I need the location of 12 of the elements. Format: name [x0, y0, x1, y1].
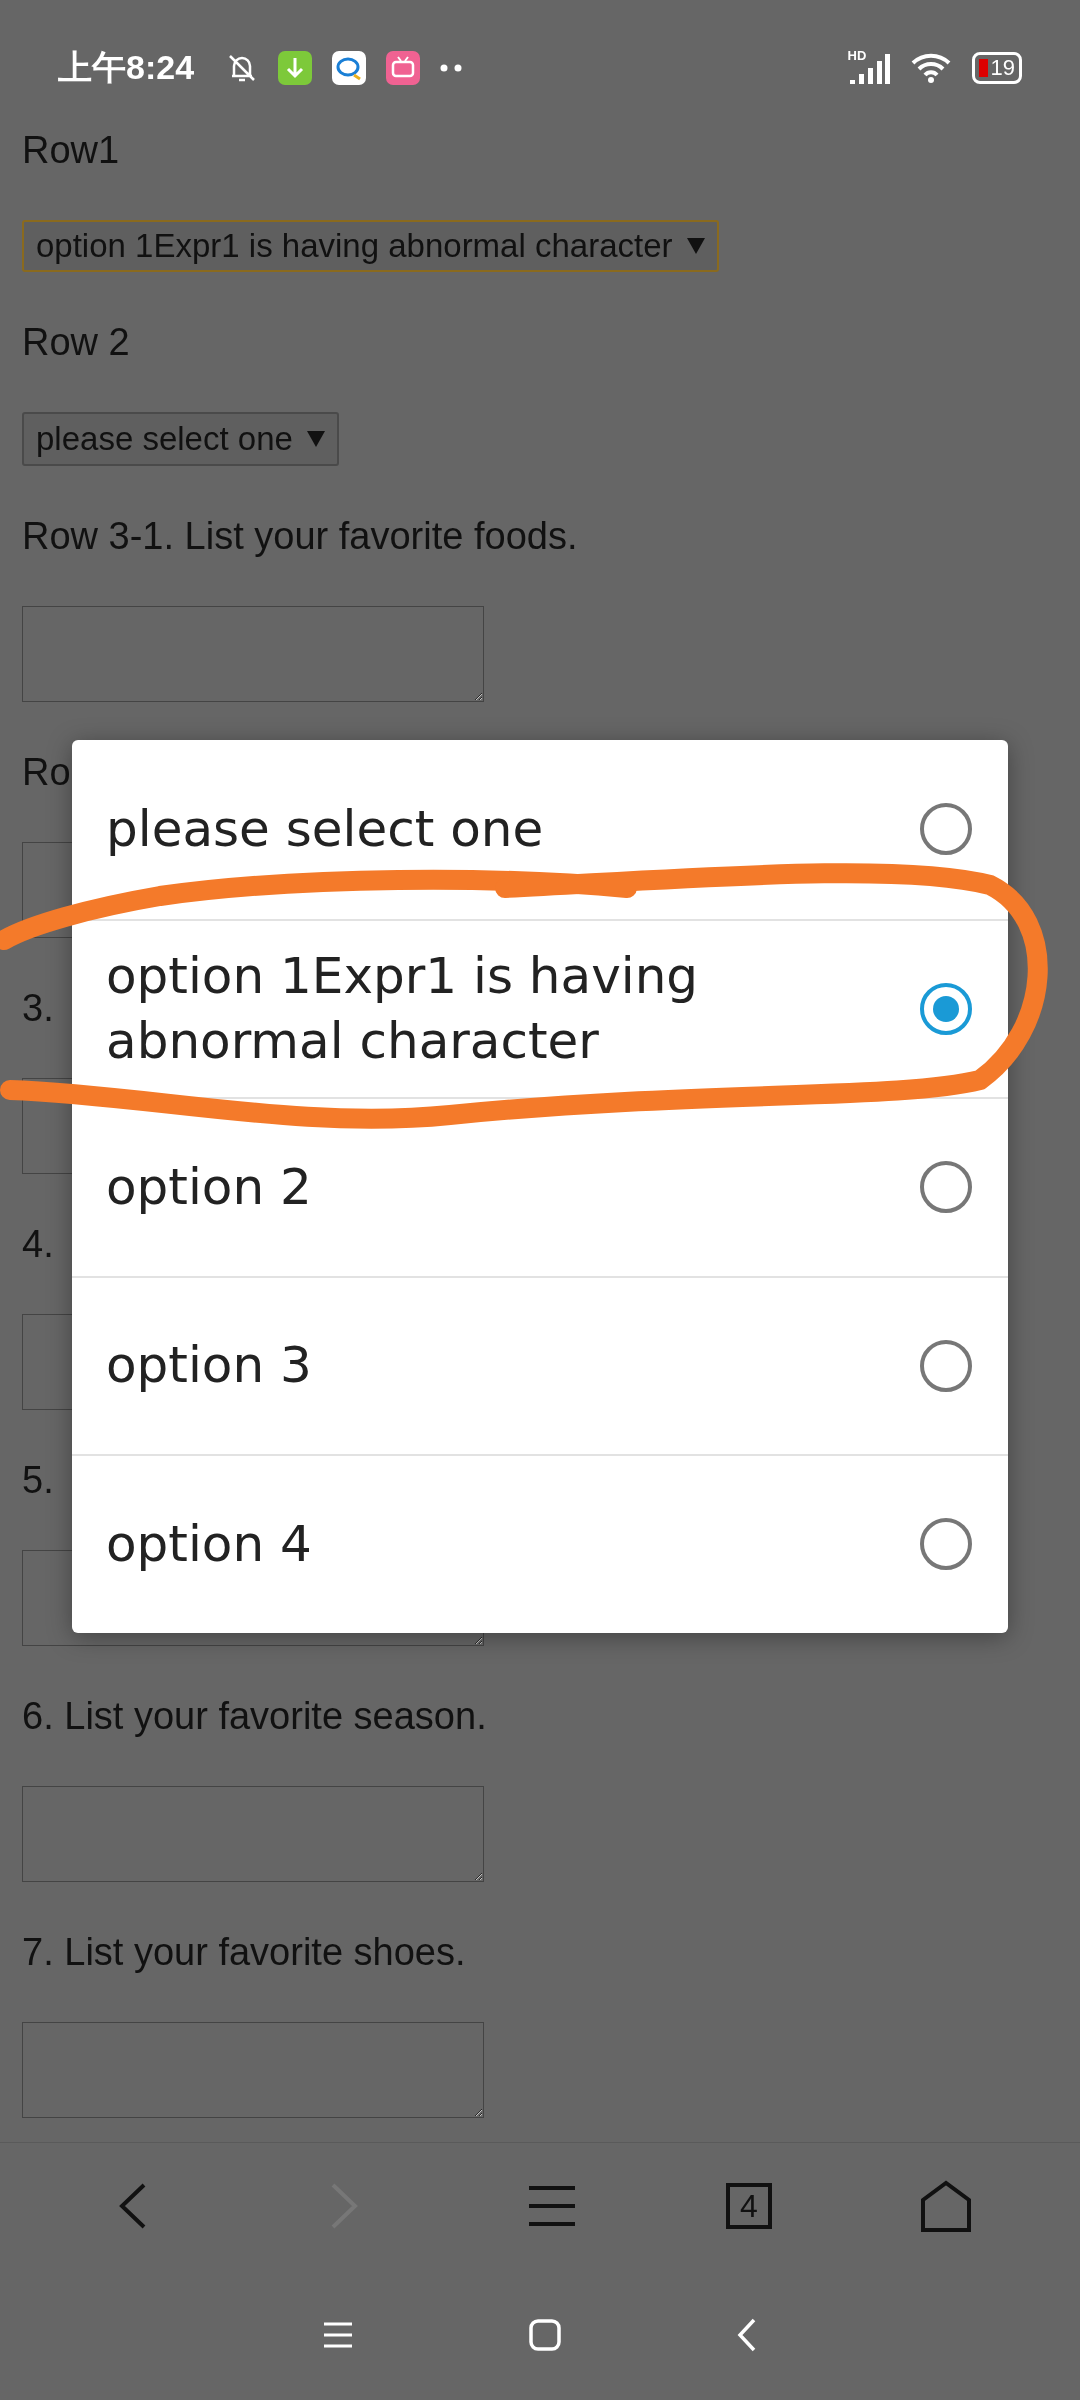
field-label: 7. List your favorite shoes.	[22, 1930, 466, 1975]
network-label: HD	[847, 47, 867, 63]
field-label: 3.	[22, 986, 54, 1031]
field-label: 6. List your favorite season.	[22, 1694, 487, 1739]
field-label: Row 3-1. List your favorite foods.	[22, 514, 578, 559]
status-time: 上午8:24	[58, 46, 195, 88]
field-label: Row1	[22, 128, 120, 173]
field-label: 5.	[22, 1458, 54, 1503]
field-label: Ro	[22, 750, 71, 795]
battery-indicator: 19	[971, 51, 1022, 84]
field-label: 4.	[22, 1222, 54, 1267]
field-label: Row 2	[22, 320, 130, 365]
